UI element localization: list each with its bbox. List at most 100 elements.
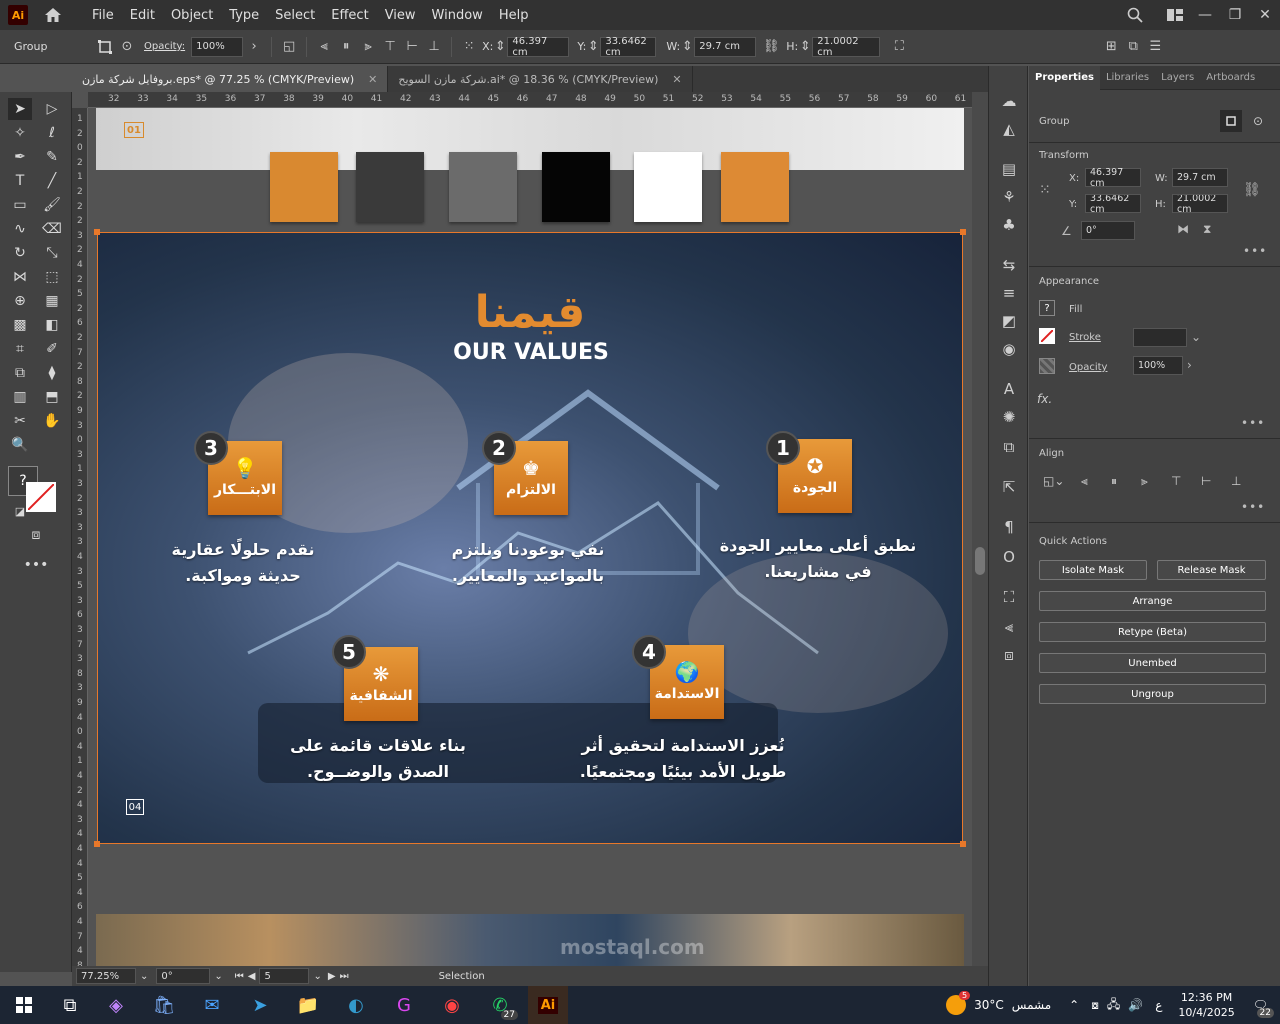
y-field[interactable]: 33.6462 cm: [1085, 194, 1141, 213]
zoom-field[interactable]: 77.25%: [76, 968, 136, 984]
chevron-right-icon[interactable]: ›: [1187, 358, 1192, 372]
eraser-tool-icon[interactable]: ⌫: [40, 218, 64, 240]
align-bottom-icon[interactable]: ⊥: [1231, 474, 1241, 488]
link-proportions-icon[interactable]: ⛓: [760, 36, 782, 58]
recolor-icon[interactable]: ◱: [278, 36, 300, 58]
opacity-label[interactable]: Opacity: [1069, 362, 1107, 373]
store-icon[interactable]: 🛍: [144, 986, 184, 1024]
align-top-icon[interactable]: ⊤: [379, 36, 401, 58]
retype-button[interactable]: Retype (Beta): [1039, 622, 1266, 642]
x-field[interactable]: 46.397 cm: [1085, 167, 1141, 189]
close-icon[interactable]: ✕: [1250, 0, 1280, 30]
stepper-icon[interactable]: ⇕: [798, 36, 812, 58]
tab-document-2[interactable]: شركة مازن السويح.ai* @ 18.36 % (CMYK/Pre…: [388, 66, 693, 92]
transparency-icon[interactable]: ◩: [997, 310, 1021, 332]
curvature-tool-icon[interactable]: ✎: [40, 146, 64, 168]
stepper-icon[interactable]: ⇕: [493, 36, 507, 58]
horizontal-ruler[interactable]: 32 33 34 35 36 37 38 39 40 41 42 43 44 45 46 47 48 49 50 51…: [88, 92, 972, 108]
eyedropper-tool-icon[interactable]: ✐: [40, 338, 64, 360]
task-view-icon[interactable]: ⧉: [50, 986, 90, 1024]
menu-file[interactable]: File: [84, 8, 122, 23]
width-tool-icon[interactable]: ⋈: [8, 266, 32, 288]
chevron-down-icon[interactable]: ⌄: [313, 971, 321, 982]
fx-effects-icon[interactable]: fx.: [1037, 392, 1052, 406]
menu-type[interactable]: Type: [221, 8, 267, 23]
paragraph-icon[interactable]: ¶: [997, 516, 1021, 538]
w-field[interactable]: 29.7 cm: [694, 36, 757, 57]
values-page-artwork[interactable]: قيمنا OUR VALUES ✪ الجودة 1 نطبق أعلى مع…: [97, 232, 963, 844]
stroke-label[interactable]: Stroke: [1069, 332, 1101, 343]
angle-field[interactable]: 0°: [1081, 221, 1135, 240]
transform-panel-icon[interactable]: ⛶: [997, 586, 1021, 608]
artboard-tool-icon[interactable]: ⬒: [40, 386, 64, 408]
line-tool-icon[interactable]: ╱: [40, 170, 64, 192]
align-bottom-icon[interactable]: ⊥: [423, 36, 445, 58]
stroke-weight-field[interactable]: [1133, 328, 1187, 347]
brushes-icon[interactable]: ⚘: [997, 186, 1021, 208]
align-left-icon[interactable]: ⫷: [1081, 474, 1088, 489]
home-icon[interactable]: [42, 5, 64, 25]
hand-tool-icon[interactable]: ✋: [40, 410, 64, 432]
layers-icon[interactable]: ⧉: [997, 436, 1021, 458]
more-tools-icon[interactable]: •••: [24, 554, 49, 576]
live-paint-tool-icon[interactable]: ▦: [40, 290, 64, 312]
reference-grid-icon[interactable]: ⁙: [458, 36, 480, 58]
export-icon[interactable]: ⇱: [997, 476, 1021, 498]
rotate-tool-icon[interactable]: ↻: [8, 242, 32, 264]
align-right-icon[interactable]: ⫸: [357, 36, 379, 58]
clock[interactable]: 12:36 PM 10/4/2025: [1178, 990, 1234, 1020]
menu-effect[interactable]: Effect: [323, 8, 376, 23]
edge-icon[interactable]: ◐: [336, 986, 376, 1024]
align-center-icon[interactable]: ⏸: [335, 36, 357, 58]
pen-tool-icon[interactable]: ✒: [8, 146, 32, 168]
w-field[interactable]: 29.7 cm: [1172, 168, 1228, 187]
arrange-button[interactable]: Arrange: [1039, 591, 1266, 611]
artboards-panel-icon[interactable]: ⧈: [997, 644, 1021, 666]
h-field[interactable]: 21.0002 cm: [1172, 194, 1228, 213]
align-middle-icon[interactable]: ⊢: [1201, 474, 1211, 488]
x-field[interactable]: 46.397 cm: [507, 36, 570, 58]
network-icon[interactable]: 🖧: [1107, 995, 1120, 1016]
menu-view[interactable]: View: [377, 8, 424, 23]
opentype-icon[interactable]: O: [997, 546, 1021, 568]
align-left-icon[interactable]: ⫷: [313, 36, 335, 58]
menu-edit[interactable]: Edit: [122, 8, 163, 23]
next-artboard-icon[interactable]: ▶: [328, 971, 336, 982]
first-artboard-icon[interactable]: ⏮: [235, 971, 244, 982]
file-explorer-icon[interactable]: 📁: [288, 986, 328, 1024]
more-options-icon[interactable]: •••: [1241, 416, 1265, 430]
swatches-icon[interactable]: ▤: [997, 158, 1021, 180]
slice-tool-icon[interactable]: ✂: [8, 410, 32, 432]
free-transform-tool-icon[interactable]: ⬚: [40, 266, 64, 288]
meet-icon[interactable]: ⧇: [1091, 998, 1099, 1013]
search-icon[interactable]: [1120, 0, 1150, 30]
more-options-icon[interactable]: •••: [1241, 500, 1265, 514]
mesh-tool-icon[interactable]: ⌗: [8, 338, 32, 360]
reference-point-icon[interactable]: ⊙: [1247, 110, 1269, 132]
y-field[interactable]: 33.6462 cm: [600, 36, 657, 58]
default-colors-icon[interactable]: ◪: [8, 500, 32, 522]
chevron-down-icon[interactable]: ⌄: [1191, 330, 1201, 344]
perspective-grid-tool-icon[interactable]: ▩: [8, 314, 32, 336]
symbols-icon[interactable]: ♣: [997, 214, 1021, 236]
shape-builder-tool-icon[interactable]: ⊕: [8, 290, 32, 312]
minimize-icon[interactable]: —: [1190, 0, 1220, 30]
paintbrush-tool-icon[interactable]: 🖌: [40, 194, 64, 216]
pdf-app-icon[interactable]: G: [384, 986, 424, 1024]
gradient-tool-icon[interactable]: ◧: [40, 314, 64, 336]
last-artboard-icon[interactable]: ⏭: [340, 971, 349, 982]
link-proportions-icon[interactable]: ⛓: [1243, 182, 1261, 198]
stepper-icon[interactable]: ⇕: [586, 36, 600, 58]
align-top-icon[interactable]: ⊤: [1171, 474, 1181, 488]
scale-tool-icon[interactable]: ⤡: [40, 242, 64, 264]
magic-wand-tool-icon[interactable]: ✧: [8, 122, 32, 144]
direct-selection-tool-icon[interactable]: ▷: [40, 98, 64, 120]
appearance-icon[interactable]: ◉: [997, 338, 1021, 360]
h-field[interactable]: 21.0002 cm: [812, 36, 881, 58]
arrange-documents-icon[interactable]: [1160, 0, 1190, 30]
clip-group-icon[interactable]: [1220, 110, 1242, 132]
tab-document-1[interactable]: بروفايل شركة مازن.eps* @ 77.25 % (CMYK/P…: [72, 66, 389, 92]
align-middle-icon[interactable]: ⊢: [401, 36, 423, 58]
rotation-field[interactable]: 0°: [156, 968, 211, 984]
flip-vertical-icon[interactable]: ⧗: [1203, 222, 1211, 237]
